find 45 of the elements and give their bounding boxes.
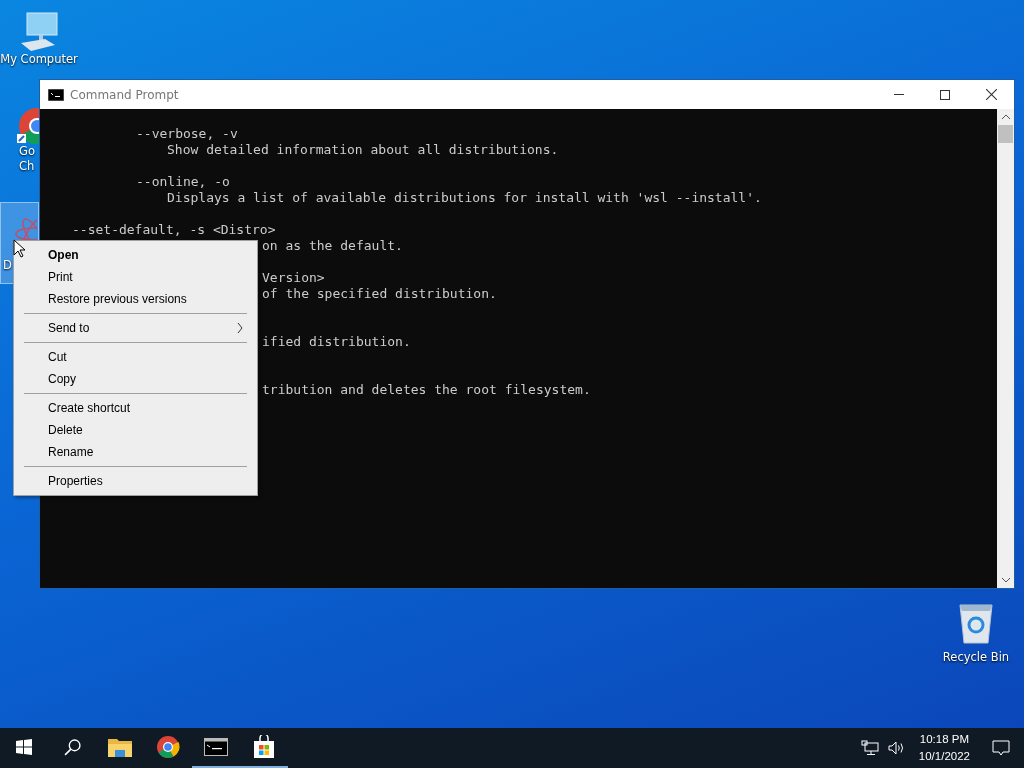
- menu-item[interactable]: Restore previous versions: [14, 288, 257, 310]
- maximize-icon: [940, 89, 950, 100]
- terminal-icon: [48, 88, 64, 101]
- terminal-icon: [204, 738, 228, 756]
- menu-item[interactable]: Delete: [14, 419, 257, 441]
- icon-label: D: [3, 258, 13, 273]
- shopping-bag-icon: [252, 735, 276, 759]
- notifications-icon[interactable]: [992, 740, 1010, 756]
- chevron-right-icon: [237, 322, 243, 334]
- volume-icon[interactable]: [886, 740, 905, 756]
- console-line: on as the default.: [262, 238, 403, 253]
- console-line: Displays a list of available distributions for install with 'wsl --install'.: [167, 190, 762, 205]
- minimize-icon: [894, 94, 904, 95]
- browser-icon: [156, 735, 180, 759]
- console-line: ified distribution.: [262, 334, 411, 349]
- close-icon: [985, 89, 997, 100]
- network-icon[interactable]: [860, 740, 879, 756]
- console-line: of the specified distribution.: [262, 286, 497, 301]
- menu-item[interactable]: Send to: [14, 317, 257, 339]
- scroll-thumb[interactable]: [998, 125, 1013, 143]
- folder-icon: [108, 737, 132, 757]
- console-line: tribution and deletes the root filesystem.: [262, 382, 591, 397]
- menu-item[interactable]: Properties: [14, 470, 257, 492]
- console-line: --verbose, -v: [136, 126, 238, 141]
- recycle-bin-icon: [956, 604, 996, 644]
- windows-logo-icon: [16, 739, 32, 755]
- console-line: --set-default, -s <Distro>: [72, 222, 276, 237]
- menu-item[interactable]: Print: [14, 266, 257, 288]
- console-line: Version>: [262, 270, 325, 285]
- menu-item[interactable]: Create shortcut: [14, 397, 257, 419]
- mouse-pointer-icon: [13, 239, 25, 258]
- icon-label: Go: [19, 144, 36, 159]
- window-title: Command Prompt: [70, 87, 179, 102]
- console-line: Show detailed information about all distributions.: [167, 142, 559, 157]
- icon-label: My Computer: [0, 52, 78, 67]
- clock-button[interactable]: 10:18 PM 10/1/2022: [908, 731, 980, 765]
- menu-item[interactable]: Copy: [14, 368, 257, 390]
- search-icon: [63, 738, 81, 756]
- menu-item[interactable]: Rename: [14, 441, 257, 463]
- scrollbar[interactable]: [997, 109, 1014, 588]
- icon-label: Recycle Bin: [942, 650, 1010, 665]
- console-line: --online, -o: [136, 174, 230, 189]
- desktop-icon[interactable]: Recycle Bin: [940, 604, 1012, 665]
- icon-label: Ch: [19, 159, 36, 174]
- menu-item[interactable]: Cut: [14, 346, 257, 368]
